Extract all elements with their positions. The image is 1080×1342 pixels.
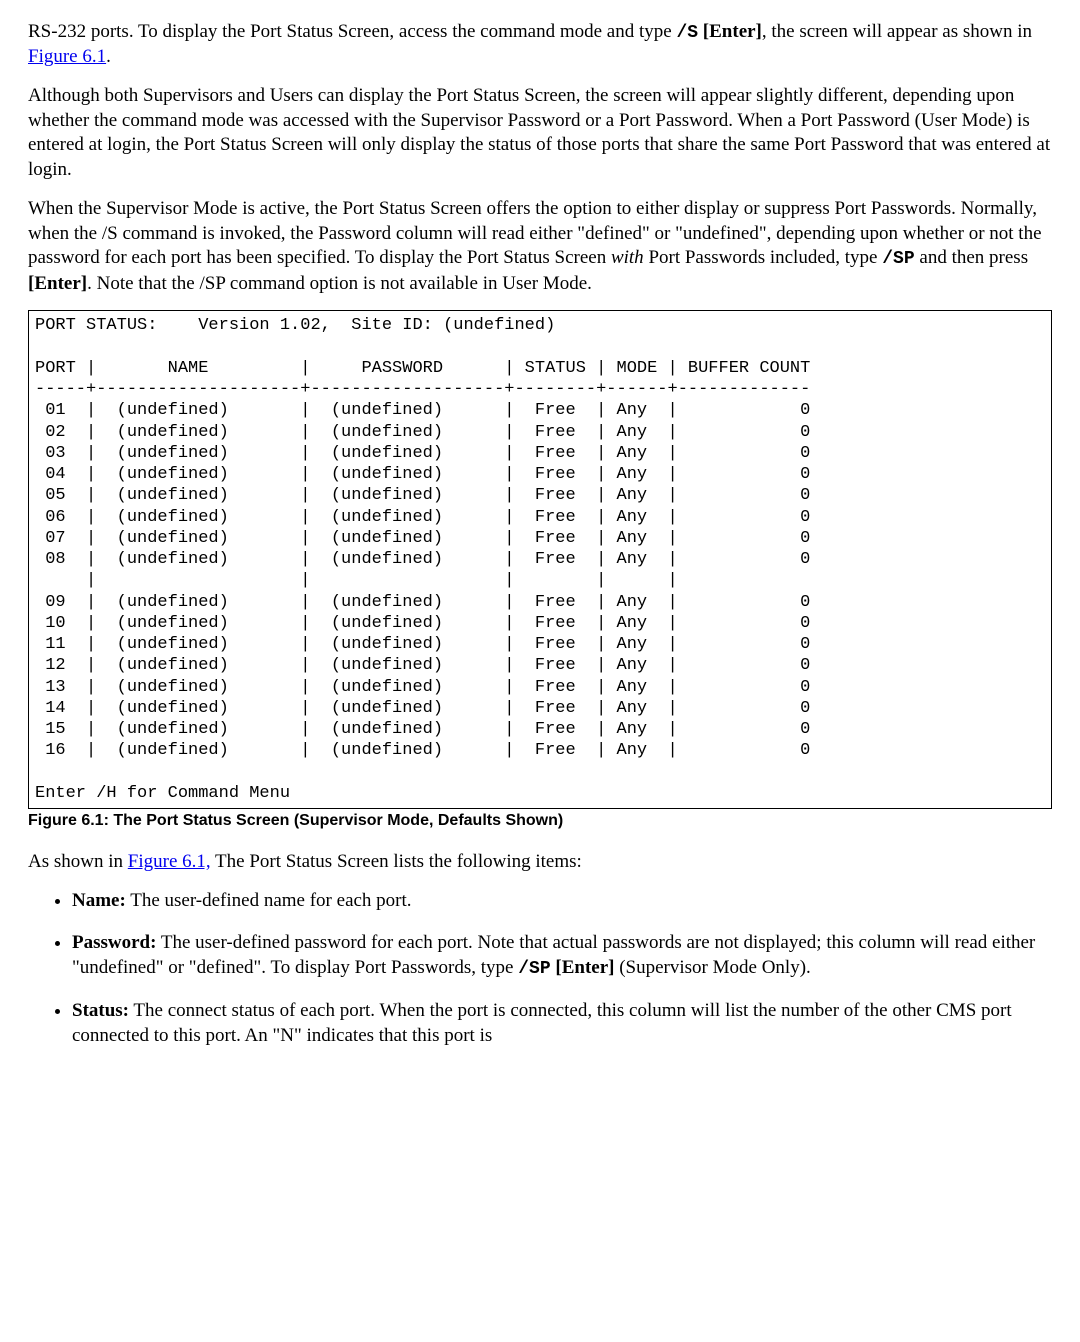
password-label: Password: bbox=[72, 932, 156, 953]
enter-label: [Enter] bbox=[703, 21, 762, 42]
item-list: Name: The user-defined name for each por… bbox=[28, 889, 1052, 1049]
para4-t2: The Port Status Screen lists the followi… bbox=[211, 851, 582, 872]
figure-6-1-link[interactable]: Figure 6.1 bbox=[28, 46, 106, 67]
enter-label-2: [Enter] bbox=[28, 273, 87, 294]
code-sp-2: /SP bbox=[518, 959, 550, 979]
paragraph-4: As shown in Figure 6.1, The Port Status … bbox=[28, 850, 1052, 875]
name-label: Name: bbox=[72, 890, 126, 911]
para3-t2: Port Passwords included, type bbox=[644, 247, 883, 268]
list-item-password: Password: The user-defined password for … bbox=[72, 931, 1052, 981]
figure-6-1-link-2[interactable]: Figure 6.1, bbox=[128, 851, 211, 872]
password-text2: (Supervisor Mode Only). bbox=[614, 957, 810, 978]
status-text: The connect status of each port. When th… bbox=[72, 1000, 1012, 1046]
para1-end: . bbox=[106, 46, 111, 67]
para3-t4: . Note that the /SP command option is no… bbox=[87, 273, 592, 294]
paragraph-3: When the Supervisor Mode is active, the … bbox=[28, 197, 1052, 296]
port-status-terminal: PORT STATUS: Version 1.02, Site ID: (und… bbox=[28, 310, 1052, 809]
code-s: /S bbox=[676, 23, 698, 43]
code-sp: /SP bbox=[882, 249, 914, 269]
figure-caption: Figure 6.1: The Port Status Screen (Supe… bbox=[28, 811, 1052, 832]
paragraph-1: RS-232 ports. To display the Port Status… bbox=[28, 20, 1052, 70]
para3-t3: and then press bbox=[915, 247, 1028, 268]
para1-lead: RS-232 ports. To display the Port Status… bbox=[28, 21, 676, 42]
para1-after: , the screen will appear as shown in bbox=[762, 21, 1032, 42]
list-item-status: Status: The connect status of each port.… bbox=[72, 999, 1052, 1048]
name-text: The user-defined name for each port. bbox=[126, 890, 412, 911]
list-item-name: Name: The user-defined name for each por… bbox=[72, 889, 1052, 914]
para3-italic: with bbox=[611, 247, 644, 268]
enter-label-3: [Enter] bbox=[555, 957, 614, 978]
status-label: Status: bbox=[72, 1000, 129, 1021]
para4-t1: As shown in bbox=[28, 851, 128, 872]
paragraph-2: Although both Supervisors and Users can … bbox=[28, 84, 1052, 183]
